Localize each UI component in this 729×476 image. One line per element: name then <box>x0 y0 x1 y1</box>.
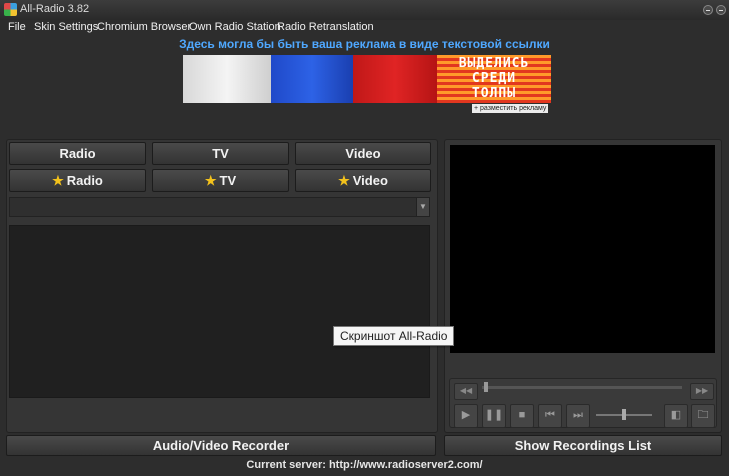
title-bar <box>0 0 729 20</box>
tab-radio[interactable]: Radio <box>9 142 146 165</box>
banner-slogan: ВЫДЕЛИСЬ СРЕДИ ТОЛПЫ <box>437 55 551 103</box>
minimize-button[interactable] <box>703 5 713 15</box>
star-icon: ★ <box>204 173 217 188</box>
fast-forward-icon[interactable]: ▶▶ <box>690 383 714 400</box>
show-recordings-button[interactable]: Show Recordings List <box>444 435 722 456</box>
menu-own-radio-station[interactable]: Own Radio Station <box>189 21 281 33</box>
tab-tv[interactable]: TV <box>152 142 289 165</box>
folder-icon[interactable]: 🗀 <box>691 404 715 428</box>
stop-icon[interactable]: ■ <box>510 404 534 428</box>
seek-handle[interactable] <box>484 382 488 392</box>
current-server-status: Current server: http://www.radioserver2.… <box>246 459 483 471</box>
ad-banner[interactable]: ВЫДЕЛИСЬ СРЕДИ ТОЛПЫ <box>183 55 551 103</box>
seek-bar[interactable] <box>482 386 682 389</box>
star-icon: ★ <box>52 173 64 188</box>
player-controls: ◀◀ ▶▶ ▶ ❚❚ ■ ⏮ ⏭ ◧ 🗀 <box>449 378 717 428</box>
ad-text-link[interactable]: Здесь могла бы быть ваша реклама в виде … <box>0 37 729 51</box>
banner-white-shirt-image <box>183 55 271 103</box>
banner-red-shirt-image <box>353 55 437 103</box>
audio-video-recorder-button[interactable]: Audio/Video Recorder <box>6 435 436 456</box>
menu-chromium-browser[interactable]: Chromium Browser <box>97 21 191 33</box>
rewind-icon[interactable]: ◀◀ <box>454 383 478 400</box>
video-display[interactable] <box>450 145 715 353</box>
window-title: All-Radio 3.82 <box>20 3 90 15</box>
menu-bar: File Skin Settings Chromium Browser Own … <box>0 20 729 36</box>
chevron-down-icon[interactable]: ▼ <box>416 198 429 216</box>
banner-line: СРЕДИ <box>471 71 517 86</box>
tab-favorite-video[interactable]: ★ Video <box>295 169 431 192</box>
tab-label: Radio <box>66 173 103 188</box>
play-icon[interactable]: ▶ <box>454 404 478 428</box>
banner-line: ВЫДЕЛИСЬ <box>458 56 530 71</box>
station-list[interactable] <box>9 225 430 398</box>
category-dropdown[interactable]: ▼ <box>9 197 430 217</box>
banner-line: ТОЛПЫ <box>471 86 517 101</box>
tab-favorite-radio[interactable]: ★ Radio <box>9 169 146 192</box>
mute-icon[interactable]: ◧ <box>664 404 688 428</box>
tab-label: TV <box>219 173 237 188</box>
star-icon: ★ <box>338 173 350 188</box>
screenshot-tooltip: Скриншот All-Radio <box>333 326 455 346</box>
app-logo-icon <box>4 3 17 16</box>
menu-skin-settings[interactable]: Skin Settings <box>34 21 98 33</box>
tab-favorite-tv[interactable]: ★ TV <box>152 169 289 192</box>
pause-icon[interactable]: ❚❚ <box>482 404 506 428</box>
tab-label: Video <box>352 173 388 188</box>
menu-radio-retranslation[interactable]: Radio Retranslation <box>277 21 374 33</box>
volume-handle[interactable] <box>622 409 626 420</box>
menu-file[interactable]: File <box>8 21 26 33</box>
next-icon[interactable]: ⏭ <box>566 404 590 428</box>
tab-video[interactable]: Video <box>295 142 431 165</box>
close-button[interactable] <box>716 5 726 15</box>
banner-blue-shirt-image <box>271 55 353 103</box>
place-ad-link[interactable]: + разместить рекламу <box>472 104 549 113</box>
previous-icon[interactable]: ⏮ <box>538 404 562 428</box>
